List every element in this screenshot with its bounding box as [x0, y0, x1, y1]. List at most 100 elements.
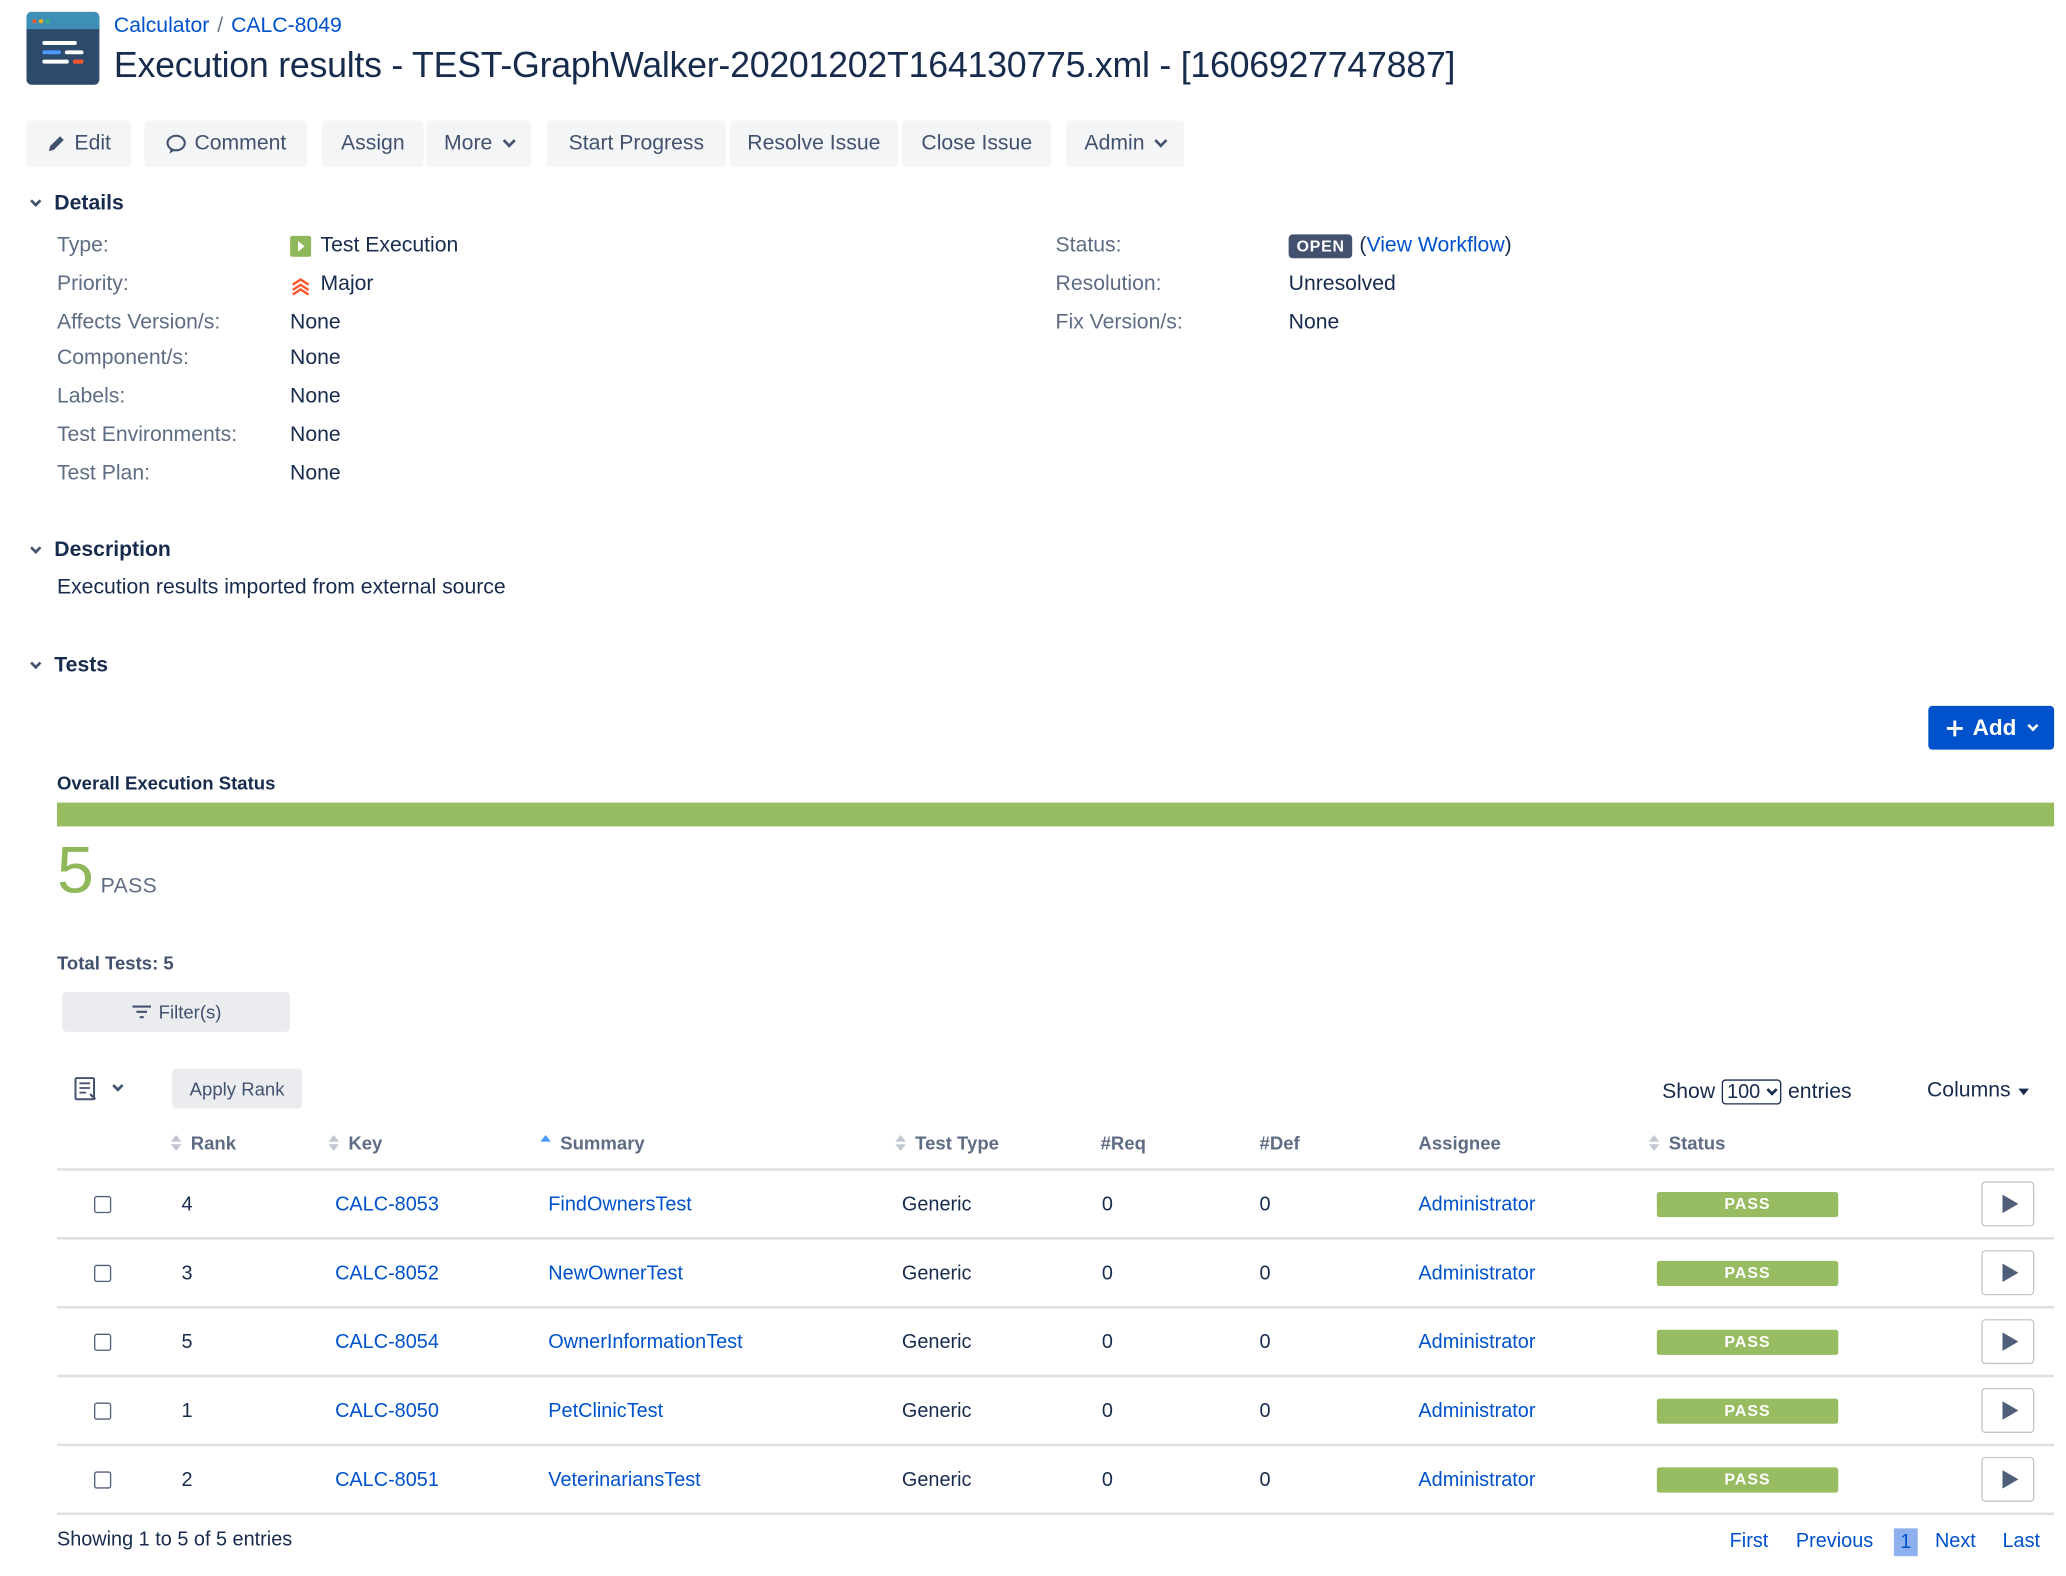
- table-row: 1 CALC-8050 PetClinicTest Generic 0 0 Ad…: [56, 1377, 2055, 1447]
- view-workflow-link[interactable]: View Workflow: [1366, 234, 1504, 257]
- row-summary-link[interactable]: FindOwnersTest: [548, 1171, 692, 1237]
- play-icon: [2001, 1401, 2018, 1420]
- table-info: Showing 1 to 5 of 5 entries: [56, 1528, 293, 1551]
- start-progress-button[interactable]: Start Progress: [546, 120, 726, 167]
- column-header-key[interactable]: Key: [328, 1132, 382, 1154]
- row-assignee-link[interactable]: Administrator: [1418, 1171, 1535, 1237]
- row-summary-link[interactable]: OwnerInformationTest: [548, 1309, 742, 1375]
- row-execute-button[interactable]: [1981, 1446, 2035, 1512]
- columns-button[interactable]: Columns: [1927, 1079, 2030, 1103]
- chevron-down-icon: [30, 657, 42, 670]
- row-checkbox[interactable]: [94, 1446, 112, 1512]
- labels-value: None: [290, 385, 341, 408]
- play-icon: [2001, 1194, 2018, 1214]
- columns-button-label: Columns: [1927, 1079, 2011, 1102]
- components-label: Component/s:: [56, 346, 189, 370]
- description-heading: Description: [54, 539, 171, 562]
- column-header-summary[interactable]: Summary: [540, 1132, 645, 1154]
- row-key-link[interactable]: CALC-8051: [335, 1446, 439, 1512]
- column-header-test-type[interactable]: Test Type: [895, 1132, 999, 1154]
- apply-rank-button[interactable]: Apply Rank: [172, 1068, 302, 1109]
- row-execute-button[interactable]: [1981, 1240, 2035, 1306]
- row-req: 0: [1101, 1399, 1113, 1422]
- plus-icon: [1947, 719, 1964, 736]
- pager-first[interactable]: First: [1730, 1530, 1769, 1553]
- row-summary-link[interactable]: VeterinariansTest: [548, 1446, 700, 1512]
- status-value: OPEN (View Workflow): [1288, 234, 1512, 259]
- column-chooser-button[interactable]: [73, 1075, 124, 1101]
- status-badge: PASS: [1656, 1397, 1839, 1424]
- status-badge: PASS: [1656, 1260, 1839, 1286]
- row-rank: 1: [181, 1399, 193, 1422]
- details-heading: Details: [54, 192, 124, 215]
- row-test-type: Generic: [901, 1192, 972, 1216]
- row-key-link[interactable]: CALC-8054: [335, 1309, 439, 1375]
- project-logo-icon[interactable]: [26, 11, 100, 85]
- row-execute-button[interactable]: [1981, 1309, 2035, 1375]
- edit-button[interactable]: Edit: [26, 120, 132, 167]
- caret-down-icon: [2018, 1087, 2030, 1095]
- sort-icon: [1648, 1135, 1660, 1151]
- priority-value-text: Major: [320, 272, 374, 296]
- table-row: 2 CALC-8051 VeterinariansTest Generic 0 …: [56, 1446, 2055, 1516]
- row-key-link[interactable]: CALC-8052: [335, 1240, 439, 1306]
- breadcrumb-issue-link[interactable]: CALC-8049: [231, 15, 342, 38]
- description-toggle[interactable]: Description: [26, 539, 171, 563]
- row-rank: 2: [181, 1468, 193, 1491]
- play-icon: [2001, 1263, 2018, 1283]
- row-status: PASS: [1656, 1446, 1839, 1512]
- add-tests-button[interactable]: Add: [1928, 705, 2055, 750]
- row-assignee-link[interactable]: Administrator: [1418, 1309, 1535, 1375]
- column-header-status-label: Status: [1668, 1132, 1726, 1154]
- entries-select[interactable]: 100: [1721, 1079, 1782, 1105]
- column-header-status[interactable]: Status: [1648, 1132, 1726, 1154]
- breadcrumb-project-link[interactable]: Calculator: [114, 15, 209, 38]
- play-icon: [2001, 1332, 2018, 1351]
- pager-next[interactable]: Next: [1935, 1530, 1976, 1553]
- column-header-rank-label: Rank: [190, 1132, 237, 1154]
- row-key-link[interactable]: CALC-8050: [335, 1377, 439, 1443]
- add-button-label: Add: [1972, 714, 2017, 740]
- test-environments-label: Test Environments:: [56, 423, 238, 447]
- resolution-label: Resolution:: [1055, 272, 1162, 296]
- status-label: Status:: [1055, 234, 1122, 257]
- column-header-rank[interactable]: Rank: [170, 1132, 237, 1154]
- row-rank: 4: [181, 1192, 193, 1216]
- row-checkbox[interactable]: [94, 1377, 112, 1443]
- more-button[interactable]: More: [426, 120, 532, 167]
- row-execute-button[interactable]: [1981, 1171, 2035, 1237]
- type-value: Test Execution: [290, 234, 458, 258]
- row-checkbox[interactable]: [94, 1309, 112, 1375]
- resolve-issue-button[interactable]: Resolve Issue: [729, 120, 898, 167]
- type-value-text: Test Execution: [320, 234, 459, 257]
- test-environments-value: None: [290, 423, 341, 447]
- row-assignee-link[interactable]: Administrator: [1418, 1240, 1535, 1306]
- pager-last[interactable]: Last: [2002, 1530, 2040, 1553]
- comment-button[interactable]: Comment: [144, 120, 308, 167]
- row-req: 0: [1101, 1261, 1113, 1285]
- row-summary-link[interactable]: NewOwnerTest: [548, 1240, 683, 1306]
- comment-icon: [166, 134, 186, 153]
- sort-icon: [895, 1135, 906, 1151]
- status-badge: PASS: [1656, 1191, 1839, 1217]
- admin-button-label: Admin: [1084, 131, 1145, 155]
- entries-select-value: 100: [1727, 1080, 1761, 1104]
- details-toggle[interactable]: Details: [26, 192, 124, 216]
- admin-button[interactable]: Admin: [1066, 120, 1185, 167]
- row-summary-link[interactable]: PetClinicTest: [548, 1377, 663, 1443]
- assign-button[interactable]: Assign: [321, 120, 424, 167]
- row-assignee-link[interactable]: Administrator: [1418, 1377, 1535, 1443]
- row-key-link[interactable]: CALC-8053: [335, 1171, 439, 1237]
- close-issue-button[interactable]: Close Issue: [901, 120, 1052, 167]
- row-status: PASS: [1656, 1377, 1839, 1443]
- chevron-down-icon: [502, 133, 516, 147]
- row-execute-button[interactable]: [1981, 1377, 2035, 1443]
- pager-previous[interactable]: Previous: [1796, 1530, 1873, 1553]
- row-checkbox[interactable]: [94, 1240, 112, 1306]
- pager-current-page[interactable]: 1: [1893, 1528, 1918, 1557]
- filters-button[interactable]: Filter(s): [62, 991, 291, 1032]
- labels-label: Labels:: [56, 385, 126, 408]
- tests-toggle[interactable]: Tests: [26, 654, 108, 678]
- row-checkbox[interactable]: [94, 1171, 112, 1237]
- row-assignee-link[interactable]: Administrator: [1418, 1446, 1535, 1512]
